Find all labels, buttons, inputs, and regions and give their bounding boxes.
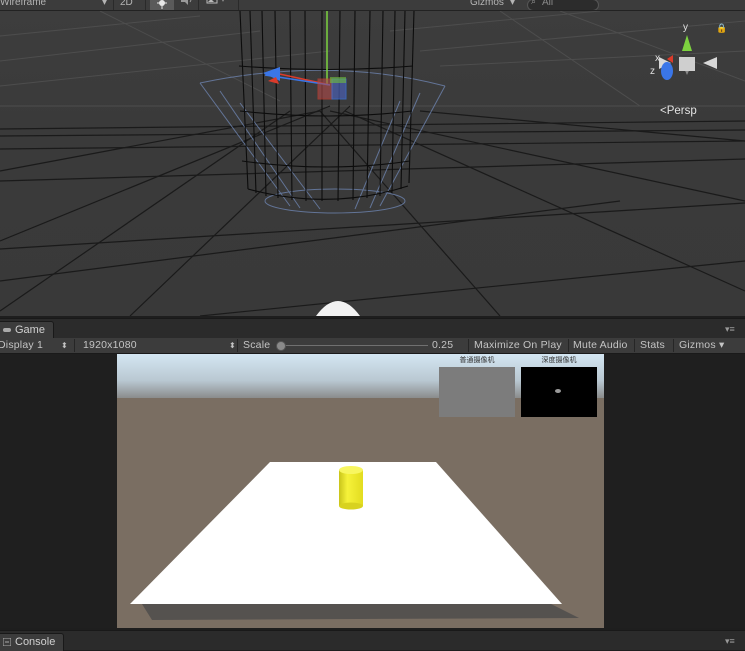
depth-camera-preview	[521, 367, 597, 417]
resolution-dropdown[interactable]: 1920x1080	[83, 339, 137, 352]
resolution-dropdown-arrows-icon[interactable]: ⬍	[229, 339, 236, 352]
toolbar-divider	[74, 339, 75, 352]
orientation-gizmo[interactable]: y x z	[645, 19, 725, 89]
axis-z-label: z	[650, 66, 655, 77]
2d-toggle-button[interactable]: 2D	[120, 0, 133, 9]
scene-wireframe-render	[0, 11, 745, 316]
tab-console[interactable]: Console	[0, 633, 65, 651]
draw-mode-chevron-icon[interactable]: ▾	[102, 0, 107, 9]
scale-value: 0.25	[432, 339, 454, 351]
console-menu-icon[interactable]: ▾≡	[725, 637, 741, 646]
game-tab-bar: Game ▾≡	[0, 318, 745, 339]
toolbar-divider	[673, 339, 674, 352]
toolbar-divider	[468, 339, 469, 352]
tab-game-label: Game	[15, 324, 45, 336]
game-gizmos-chevron-icon[interactable]: ▾	[719, 339, 724, 352]
scale-slider-track[interactable]	[278, 345, 428, 346]
toolbar-divider	[238, 0, 239, 10]
scale-slider-thumb[interactable]	[276, 341, 286, 351]
tab-console-label: Console	[15, 636, 56, 648]
stats-toggle[interactable]: Stats	[640, 339, 665, 352]
effects-toggle-button[interactable]: ▾	[206, 0, 232, 10]
normal-camera-caption: 普通摄像机	[459, 357, 495, 364]
speaker-icon	[181, 0, 192, 5]
svg-text:▾: ▾	[221, 0, 225, 4]
depth-object-blob	[555, 389, 561, 393]
panel-menu-icon[interactable]: ▾≡	[725, 325, 741, 334]
display-dropdown-arrows-icon[interactable]: ⬍	[61, 339, 68, 352]
projection-toggle[interactable]: <Persp	[660, 105, 697, 117]
toolbar-divider	[145, 0, 146, 10]
lighting-toggle-button[interactable]	[150, 0, 174, 10]
axis-y-label: y	[683, 22, 688, 33]
image-effects-icon: ▾	[206, 0, 225, 4]
toolbar-divider	[198, 0, 199, 10]
console-tab-bar: Console ▾≡	[0, 630, 745, 651]
depth-camera-caption: 深度摄像机	[541, 357, 577, 364]
sun-icon	[157, 0, 167, 9]
scene-view-viewport[interactable]: y x z 🔒 <Persp	[0, 11, 745, 316]
scene-toolbar: Wireframe ▾ 2D ▾ Gizmos ▾ ⌕ All	[0, 0, 745, 11]
toolbar-divider	[568, 339, 569, 352]
projection-label: Persp	[666, 105, 697, 117]
mute-audio-toggle[interactable]: Mute Audio	[573, 339, 628, 352]
toolbar-divider	[634, 339, 635, 352]
toolbar-divider	[113, 0, 114, 10]
axis-x-label: x	[655, 53, 660, 64]
scale-label: Scale	[243, 339, 271, 351]
search-placeholder: All	[542, 0, 554, 8]
yellow-cylinder[interactable]	[339, 466, 363, 510]
toolbar-divider	[237, 339, 238, 352]
lock-icon[interactable]: 🔒	[716, 23, 727, 34]
scene-gizmos-dropdown[interactable]: Gizmos	[470, 0, 504, 9]
maximize-on-play-toggle[interactable]: Maximize On Play	[474, 339, 562, 352]
gizmos-chevron-icon[interactable]: ▾	[510, 0, 515, 9]
audio-toggle-button[interactable]	[178, 0, 194, 10]
draw-mode-dropdown[interactable]: Wireframe	[0, 0, 46, 9]
game-gizmos-toggle[interactable]: Gizmos	[679, 339, 716, 352]
normal-camera-preview	[439, 367, 515, 417]
game-controller-icon	[3, 328, 11, 332]
display-dropdown[interactable]: Display 1	[0, 339, 43, 352]
scene-search-input[interactable]: ⌕ All	[527, 0, 599, 10]
console-icon	[3, 638, 11, 646]
search-icon: ⌕	[531, 0, 537, 6]
game-view-render[interactable]: 普通摄像机 深度摄像机	[117, 354, 604, 628]
tab-game[interactable]: Game	[0, 321, 54, 339]
game-toolbar: Display 1 ⬍ 1920x1080 ⬍ Scale 0.25 Maxim…	[0, 338, 745, 354]
projection-chevron-icon: <	[660, 105, 667, 117]
